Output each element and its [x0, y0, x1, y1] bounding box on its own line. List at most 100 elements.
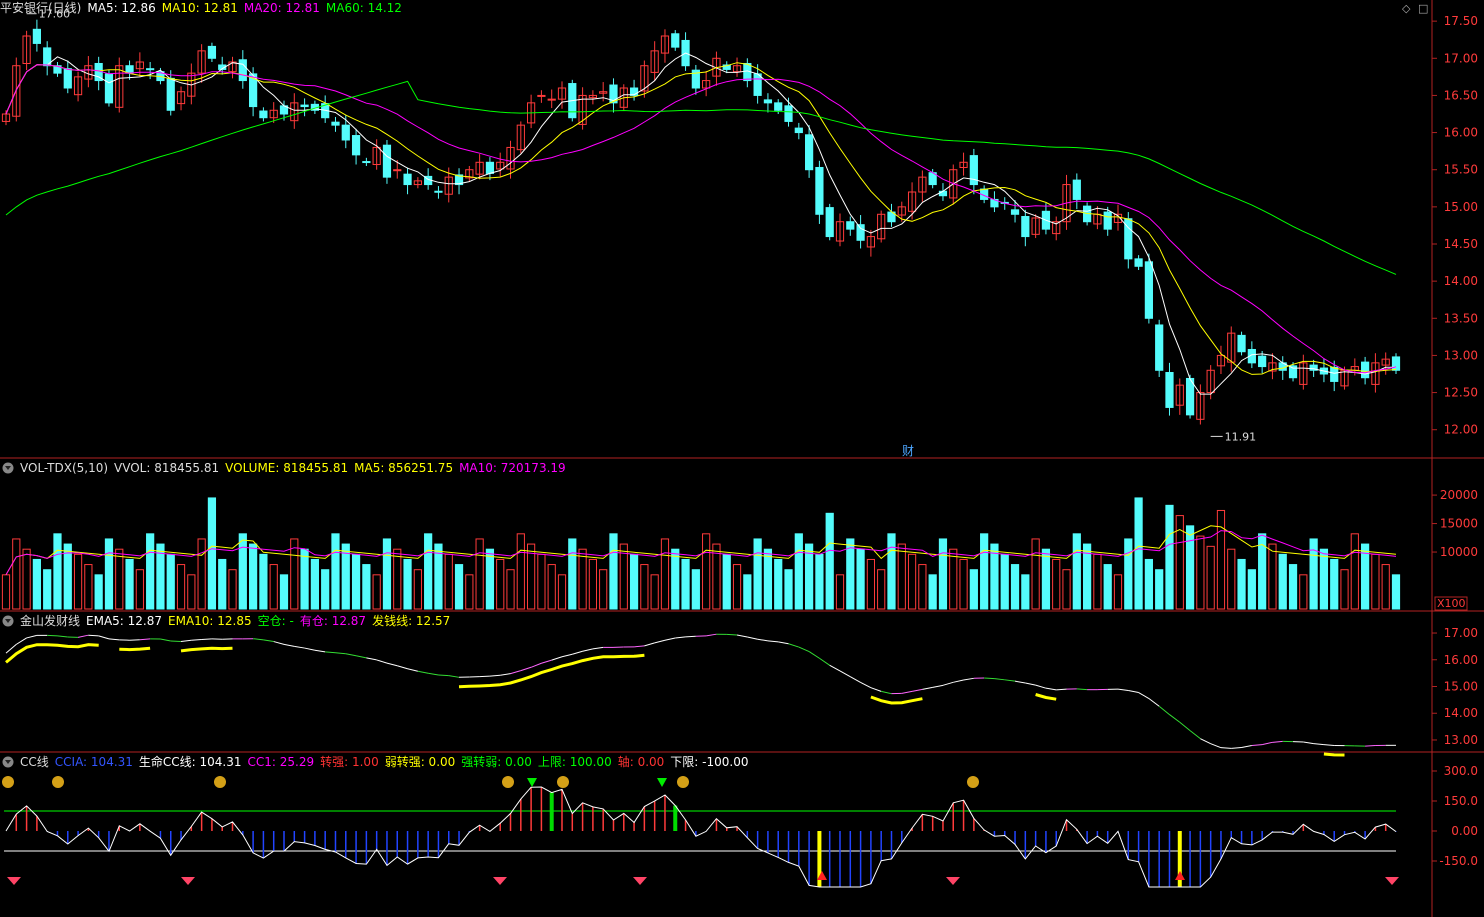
- price-tick-label: 17.00: [1444, 51, 1478, 65]
- jinshan-line-segment: [1231, 747, 1242, 749]
- collapse-icon[interactable]: [2, 615, 14, 627]
- jinshan-line-segment: [129, 639, 140, 641]
- volume-bar: [475, 538, 484, 610]
- volume-bar: [454, 564, 464, 610]
- candle-body: [125, 65, 134, 74]
- down-arrow-icon: [657, 778, 667, 787]
- faqianxian-label: 发钱线: 12.57: [372, 614, 451, 628]
- jinshan-panel[interactable]: [5, 633, 1396, 757]
- volume-bar: [53, 533, 62, 610]
- jinshan-line-segment: [335, 652, 346, 655]
- faqian-line-segment: [1035, 693, 1057, 701]
- jinshan-line-segment: [582, 648, 593, 652]
- jinshan-line-segment: [263, 639, 274, 643]
- maximize-icon[interactable]: □: [1418, 2, 1428, 15]
- volume-bar: [1381, 564, 1390, 610]
- zhuanqiang-label: 转强: 1.00: [320, 755, 379, 769]
- money-bag-icon: [967, 776, 979, 788]
- candle-body: [537, 94, 546, 97]
- volume-bar: [176, 564, 186, 610]
- collapse-icon[interactable]: [2, 462, 14, 474]
- volume-panel[interactable]: [1, 497, 1401, 610]
- volume-bar: [115, 548, 124, 610]
- volume-bar: [403, 558, 412, 610]
- jinshan-line-segment: [1251, 744, 1263, 746]
- volume-bar: [1113, 574, 1123, 610]
- cc-panel[interactable]: [2, 776, 1399, 888]
- ma10-label: MA10: 12.81: [161, 1, 238, 15]
- jinshan-line-segment: [561, 653, 573, 658]
- jinshan-line-segment: [16, 637, 27, 645]
- volume-bar: [259, 553, 268, 610]
- diamond-icon[interactable]: ◇: [1402, 2, 1410, 15]
- candle-body: [1155, 324, 1164, 371]
- volume-bar: [732, 564, 742, 610]
- volume-bar: [907, 553, 917, 610]
- jinshan-line-segment: [685, 635, 696, 638]
- xiaxian-label: 下限: -100.00: [670, 755, 749, 769]
- jinshan-line-segment: [829, 664, 841, 672]
- volume-bar: [722, 553, 731, 610]
- price-tick-label: 17.50: [1444, 14, 1478, 28]
- candle-body: [1237, 334, 1246, 353]
- ma5-label: MA5: 12.86: [87, 1, 156, 15]
- candle-body: [1258, 355, 1267, 368]
- chart-canvas[interactable]: 17.6011.91财 17.5017.0016.5016.0015.5015.…: [0, 0, 1484, 917]
- volume-bar: [269, 564, 278, 610]
- stock-title[interactable]: 平安银行(日线): [0, 1, 81, 15]
- volume-bar: [774, 558, 783, 610]
- volume-bar: [537, 553, 546, 610]
- jinshan-line-segment: [428, 672, 439, 676]
- volume-bar: [1, 574, 11, 610]
- price-panel[interactable]: 17.6011.91财: [1, 8, 1401, 458]
- jinshan-line-segment: [1045, 687, 1057, 691]
- jinshan-line-segment: [314, 649, 326, 653]
- volume-bar: [568, 538, 577, 610]
- jinshan-line-segment: [1262, 741, 1273, 746]
- volume-bar: [1319, 548, 1329, 610]
- candle-body: [671, 33, 680, 48]
- jinshan-line-segment: [283, 643, 295, 647]
- volume-bar: [444, 553, 453, 610]
- shangxian-label: 上限: 100.00: [537, 755, 612, 769]
- jinshan-line-segment: [294, 645, 305, 649]
- collapse-icon[interactable]: [2, 756, 14, 768]
- volume-bar: [866, 558, 875, 610]
- volume-bar: [84, 564, 93, 610]
- kongcang-label: 空仓: -: [257, 614, 294, 628]
- cc-line: [5, 786, 1397, 888]
- volume-bar: [73, 553, 83, 610]
- jinshan-line-segment: [1138, 692, 1150, 699]
- ma5-line: [5, 52, 1396, 395]
- volume-title: VOL-TDX(5,10): [20, 461, 109, 475]
- jinshan-line-segment: [541, 659, 552, 664]
- volume-bar: [887, 533, 896, 610]
- volume-bar: [763, 548, 773, 610]
- volume-bar: [362, 564, 371, 610]
- volume-bar: [382, 538, 392, 610]
- price-tick-label: 15.00: [1444, 200, 1478, 214]
- jinshan-line-segment: [407, 668, 418, 672]
- ma60-line: [5, 80, 1397, 275]
- candle-body: [362, 161, 371, 164]
- volume-bar: [1216, 509, 1226, 610]
- price-tick-label: 13.00: [1444, 348, 1478, 362]
- volume-bar: [928, 574, 937, 610]
- jinshan-line-segment: [489, 674, 501, 677]
- jinshan-line-segment: [1158, 705, 1170, 715]
- jinshan-line-segment: [500, 673, 511, 676]
- volume-bar: [557, 574, 567, 610]
- jinshan-line-segment: [1025, 682, 1036, 686]
- volume-bar: [1278, 553, 1287, 610]
- candle-body: [331, 121, 340, 126]
- jinshan-line-segment: [345, 653, 357, 657]
- jinshan-line-segment: [664, 637, 676, 641]
- volume-bar: [393, 548, 402, 610]
- volume-bar: [640, 564, 649, 610]
- volume-bar: [207, 497, 217, 610]
- volume-bar: [1299, 574, 1308, 610]
- candle-body: [825, 207, 834, 238]
- cc-tick-label: -150.0: [1439, 854, 1478, 868]
- volume-header: VOL-TDX(5,10) VVOL: 818455.81 VOLUME: 81…: [0, 460, 566, 476]
- jinshan-line-segment: [5, 644, 17, 654]
